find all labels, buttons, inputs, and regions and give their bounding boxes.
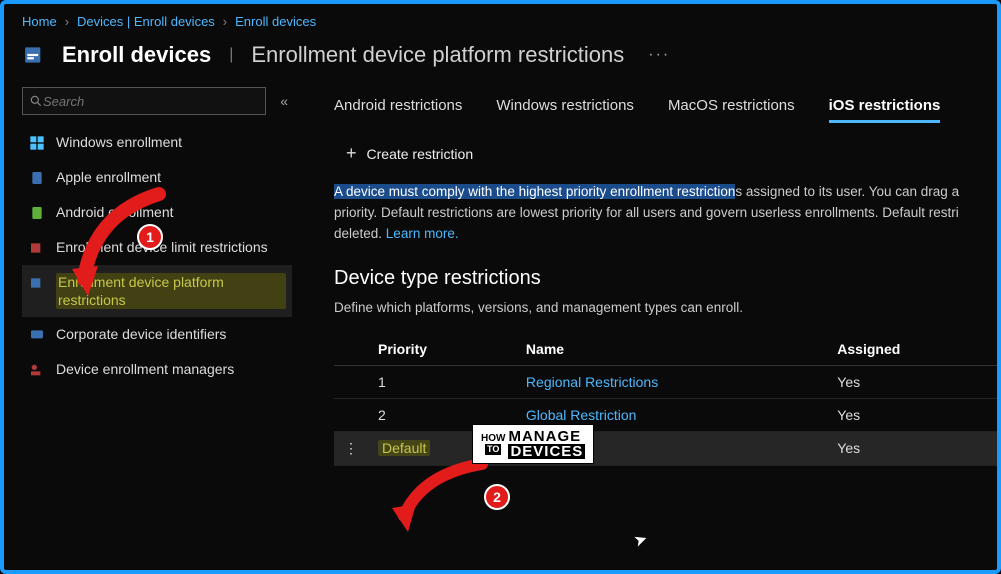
tabs: Android restrictions Windows restriction… bbox=[334, 91, 997, 123]
search-box[interactable] bbox=[22, 87, 266, 115]
page-header: Enroll devices | Enrollment device platf… bbox=[4, 35, 997, 87]
sidebar-item-apple-enrollment[interactable]: Apple enrollment bbox=[22, 160, 292, 195]
windows-icon bbox=[28, 134, 46, 152]
col-priority[interactable]: Priority bbox=[368, 333, 516, 366]
cell-assigned: Yes bbox=[827, 431, 997, 465]
info-highlight: A device must comply with the highest pr… bbox=[334, 184, 735, 199]
col-name[interactable]: Name bbox=[516, 333, 827, 366]
search-icon bbox=[29, 94, 43, 108]
page-title-sub: Enrollment device platform restrictions bbox=[251, 42, 624, 68]
info-text: A device must comply with the highest pr… bbox=[334, 182, 997, 245]
annotation-badge-2: 2 bbox=[484, 484, 510, 510]
sidebar-item-enrollment-managers[interactable]: Device enrollment managers bbox=[22, 352, 292, 387]
row-menu-icon[interactable] bbox=[334, 398, 368, 431]
sidebar-item-platform-restrictions[interactable]: Enrollment device platform restrictions bbox=[22, 265, 292, 317]
sidebar: « Windows enrollment Apple enrollment An… bbox=[4, 87, 304, 567]
annotation-badge-1: 1 bbox=[137, 224, 163, 250]
breadcrumb-home[interactable]: Home bbox=[22, 14, 57, 29]
cell-assigned: Yes bbox=[827, 365, 997, 398]
tab-ios-restrictions[interactable]: iOS restrictions bbox=[829, 91, 941, 123]
tab-android-restrictions[interactable]: Android restrictions bbox=[334, 91, 462, 123]
col-assigned[interactable]: Assigned bbox=[827, 333, 997, 366]
page-title-main: Enroll devices bbox=[62, 42, 211, 68]
title-divider: | bbox=[229, 46, 233, 64]
table-row[interactable]: 1 Regional Restrictions Yes bbox=[334, 365, 997, 398]
sidebar-item-label: Android enrollment bbox=[56, 203, 174, 221]
sidebar-item-label: Windows enrollment bbox=[56, 133, 182, 151]
plus-icon: + bbox=[346, 143, 357, 164]
search-input[interactable] bbox=[43, 94, 259, 109]
more-actions-button[interactable]: ··· bbox=[648, 46, 670, 64]
tab-macos-restrictions[interactable]: MacOS restrictions bbox=[668, 91, 795, 123]
tab-windows-restrictions[interactable]: Windows restrictions bbox=[496, 91, 634, 123]
section-title: Device type restrictions bbox=[334, 267, 997, 290]
watermark-logo: HOW TO MANAGE DEVICES bbox=[472, 424, 594, 464]
restrictions-table: Priority Name Assigned 1 Regional Restri… bbox=[334, 333, 997, 466]
sidebar-item-windows-enrollment[interactable]: Windows enrollment bbox=[22, 125, 292, 160]
chevron-right-icon: › bbox=[65, 14, 69, 29]
enroll-devices-icon bbox=[22, 41, 50, 69]
platform-icon bbox=[28, 274, 46, 292]
main-panel: Android restrictions Windows restriction… bbox=[304, 87, 997, 567]
sidebar-item-corporate-identifiers[interactable]: Corporate device identifiers bbox=[22, 317, 292, 352]
limit-icon bbox=[28, 239, 46, 257]
android-icon bbox=[28, 204, 46, 222]
row-menu-icon[interactable]: ⋮ bbox=[334, 431, 368, 465]
table-row[interactable]: ⋮ Default All Users Yes bbox=[334, 431, 997, 465]
table-row[interactable]: 2 Global Restriction Yes bbox=[334, 398, 997, 431]
sidebar-item-android-enrollment[interactable]: Android enrollment bbox=[22, 195, 292, 230]
sidebar-item-label: Corporate device identifiers bbox=[56, 325, 226, 343]
sidebar-item-label: Enrollment device platform restrictions bbox=[56, 273, 286, 309]
breadcrumb-devices[interactable]: Devices | Enroll devices bbox=[77, 14, 215, 29]
create-restriction-button[interactable]: + Create restriction bbox=[334, 143, 997, 164]
create-restriction-label: Create restriction bbox=[367, 146, 474, 162]
sidebar-item-label: Device enrollment managers bbox=[56, 360, 234, 378]
apple-icon bbox=[28, 169, 46, 187]
breadcrumb: Home › Devices | Enroll devices › Enroll… bbox=[4, 4, 997, 35]
manager-icon bbox=[28, 361, 46, 379]
sidebar-nav: Windows enrollment Apple enrollment Andr… bbox=[22, 125, 292, 387]
identifier-icon bbox=[28, 326, 46, 344]
chevron-right-icon: › bbox=[223, 14, 227, 29]
collapse-sidebar-button[interactable]: « bbox=[276, 89, 292, 113]
breadcrumb-enroll[interactable]: Enroll devices bbox=[235, 14, 316, 29]
row-menu-icon[interactable] bbox=[334, 365, 368, 398]
cell-assigned: Yes bbox=[827, 398, 997, 431]
learn-more-link[interactable]: Learn more. bbox=[386, 226, 459, 241]
section-sub: Define which platforms, versions, and ma… bbox=[334, 300, 997, 315]
cell-name-link[interactable]: Regional Restrictions bbox=[516, 365, 827, 398]
cell-priority: 1 bbox=[368, 365, 516, 398]
sidebar-item-label: Apple enrollment bbox=[56, 168, 161, 186]
